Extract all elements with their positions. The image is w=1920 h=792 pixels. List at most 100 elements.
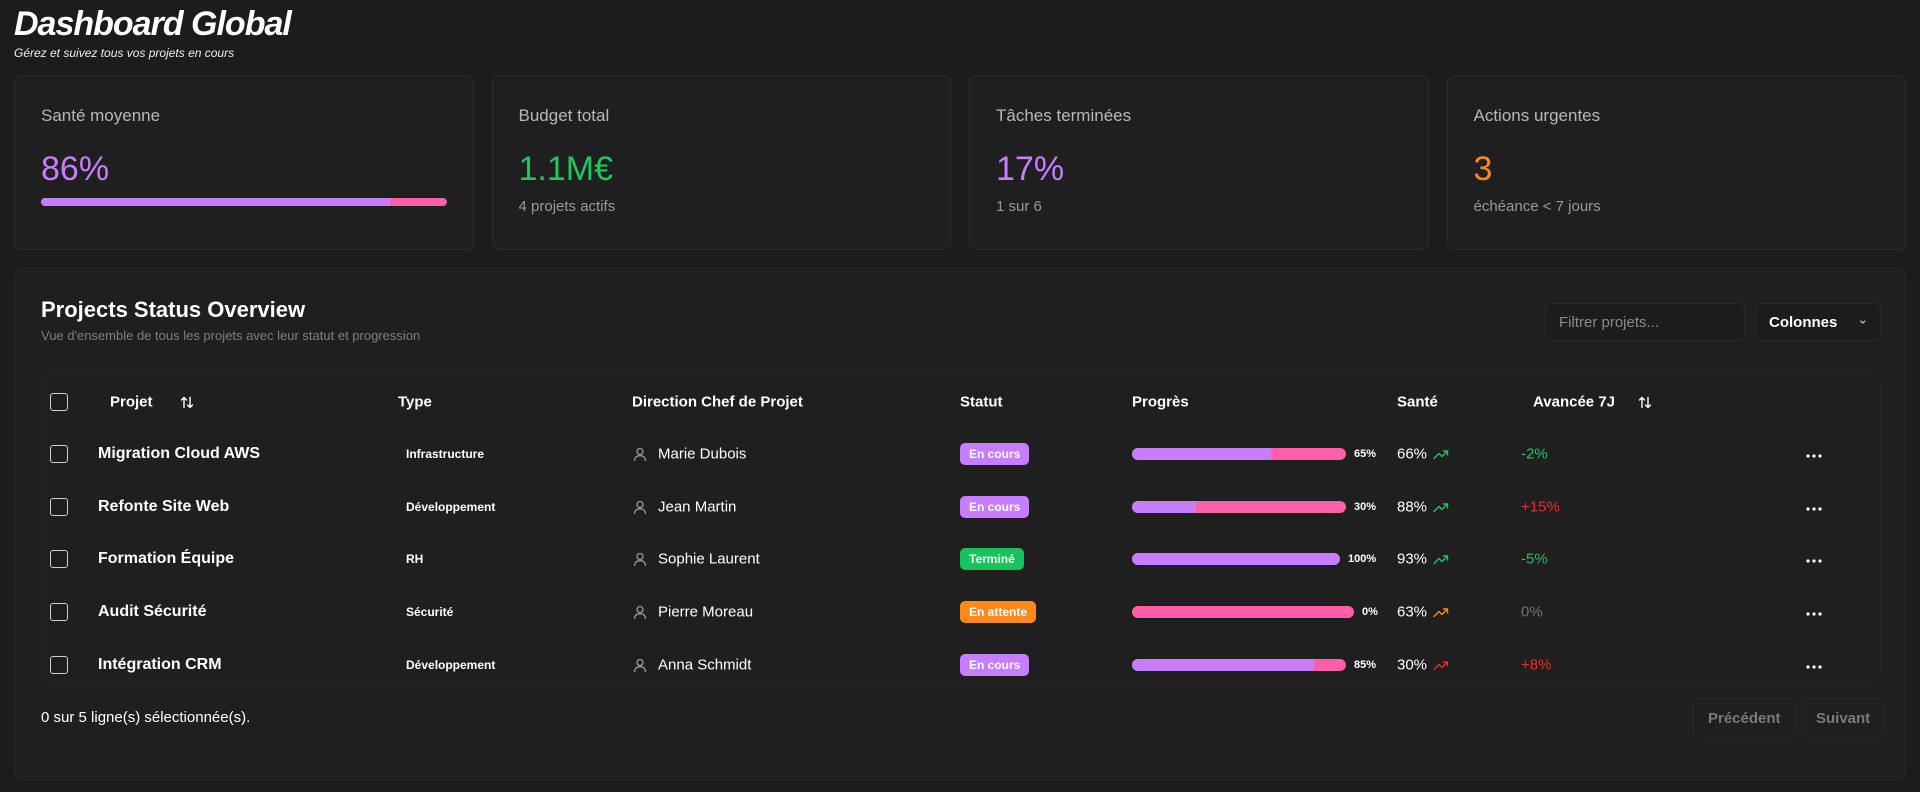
card-urgent-value: 3 (1473, 150, 1493, 188)
row-select-checkbox[interactable] (50, 550, 68, 568)
health-cell: 88% (1397, 499, 1449, 516)
projects-panel: Projects Status Overview Vue d'ensemble … (14, 268, 1906, 780)
card-tasks-note: 1 sur 6 (996, 198, 1042, 215)
col-trend7-header[interactable]: Avancée 7J (1533, 394, 1653, 411)
progress-cell: 0% (1132, 606, 1378, 618)
col-trend7-label: Avancée 7J (1533, 393, 1616, 411)
project-type: RH (406, 552, 424, 566)
chevron-down-icon (1860, 320, 1866, 324)
panel-title: Projects Status Overview (41, 297, 306, 322)
card-health: Santé moyenne 86% (14, 75, 474, 250)
ellipsis-icon[interactable] (1806, 612, 1822, 616)
col-progress-header: Progrès (1132, 393, 1189, 411)
project-type: Sécurité (406, 605, 454, 619)
trending-up-icon (1433, 660, 1449, 670)
project-manager: Jean Martin (632, 499, 736, 516)
project-manager: Pierre Moreau (632, 604, 753, 621)
health-progress-fill (41, 198, 390, 206)
ellipsis-icon[interactable] (1806, 559, 1822, 563)
trending-up-icon (1433, 502, 1449, 512)
trend-7d-value: +15% (1521, 498, 1560, 516)
card-tasks-label: Tâches terminées (996, 106, 1132, 125)
previous-page-button[interactable]: Précédent (1693, 699, 1796, 737)
manager-name: Marie Dubois (658, 445, 747, 463)
health-value: 66% (1397, 445, 1428, 463)
health-value: 88% (1397, 498, 1428, 516)
card-urgent-note: échéance < 7 jours (1473, 198, 1601, 215)
health-cell: 63% (1397, 604, 1449, 621)
table-row[interactable]: Migration Cloud AWS Infrastructure Marie D… (42, 428, 1880, 480)
user-icon (633, 552, 647, 566)
kpi-cards: Santé moyenne 86% Budget total 1.1M€ 4 p… (14, 75, 1906, 250)
user-icon (633, 500, 647, 514)
card-health-label: Santé moyenne (41, 106, 161, 125)
health-value: 93% (1397, 550, 1428, 568)
col-project-label: Projet (110, 393, 153, 411)
more-actions-icon[interactable] (1806, 498, 1822, 516)
progress-cell: 85% (1132, 659, 1376, 671)
col-project-header[interactable]: Projet (110, 394, 195, 411)
next-page-button[interactable]: Suivant (1801, 699, 1886, 737)
progress-percent: 100% (1348, 553, 1377, 565)
manager-name: Jean Martin (658, 498, 737, 516)
card-budget-label: Budget total (518, 106, 610, 125)
project-name: Formation Équipe (98, 550, 234, 567)
card-tasks: Tâches terminées 17% 1 sur 6 (969, 75, 1429, 250)
progress-bar (1132, 501, 1346, 513)
table-row[interactable]: Intégration CRM Développement Anna Schmidt… (42, 639, 1880, 691)
col-manager-header: Direction Chef de Projet (632, 393, 803, 411)
selection-count: 0 sur 5 ligne(s) sélectionnée(s). (41, 709, 251, 726)
progress-percent: 0% (1362, 606, 1378, 618)
status-badge: En attente (960, 601, 1037, 623)
projects-table: Projet Type Direction Chef de Projet Sta… (41, 375, 1881, 683)
table-row[interactable]: Refonte Site Web Développement Jean Martin… (42, 481, 1880, 533)
project-type: Infrastructure (406, 447, 485, 461)
more-actions-icon[interactable] (1806, 603, 1822, 621)
col-type-header: Type (398, 393, 432, 411)
progress-percent: 65% (1354, 448, 1377, 460)
project-name: Refonte Site Web (98, 498, 230, 515)
card-health-value: 86% (41, 150, 110, 188)
project-manager: Anna Schmidt (632, 657, 751, 674)
progress-bar (1132, 606, 1354, 618)
trend-7d-value: 0% (1521, 603, 1543, 621)
card-budget: Budget total 1.1M€ 4 projets actifs (491, 75, 951, 250)
status-badge: Terminé (960, 548, 1024, 570)
progress-fill (1132, 501, 1197, 513)
sort-icon[interactable] (179, 394, 195, 410)
card-budget-value: 1.1M€ (518, 150, 614, 188)
progress-fill (1132, 448, 1272, 460)
row-select-checkbox[interactable] (50, 498, 68, 516)
row-select-checkbox[interactable] (50, 656, 68, 674)
table-row[interactable]: Audit Sécurité Sécurité Pierre Moreau En at… (42, 586, 1880, 638)
sort-icon[interactable] (1637, 394, 1653, 410)
more-actions-icon[interactable] (1806, 656, 1822, 674)
row-select-checkbox[interactable] (50, 603, 68, 621)
project-name: Migration Cloud AWS (98, 445, 261, 462)
health-progress-bar (41, 198, 447, 206)
col-status-header: Statut (960, 393, 1003, 411)
filter-projects-input[interactable] (1545, 303, 1745, 341)
health-cell: 30% (1397, 657, 1449, 674)
progress-fill (1132, 659, 1314, 671)
ellipsis-icon[interactable] (1806, 507, 1822, 511)
progress-bar (1132, 659, 1346, 671)
table-row[interactable]: Formation Équipe RH Sophie Laurent Terminé 1… (42, 533, 1880, 585)
row-select-checkbox[interactable] (50, 445, 68, 463)
ellipsis-icon[interactable] (1806, 454, 1822, 458)
trending-up-icon (1433, 554, 1449, 564)
progress-cell: 100% (1132, 553, 1376, 565)
progress-fill (1132, 553, 1340, 565)
project-name: Audit Sécurité (98, 603, 207, 620)
card-budget-note: 4 projets actifs (518, 198, 616, 215)
table-header-row: Projet Type Direction Chef de Projet Sta… (42, 376, 1880, 428)
select-all-checkbox[interactable] (50, 393, 68, 411)
more-actions-icon[interactable] (1806, 550, 1822, 568)
more-actions-icon[interactable] (1806, 445, 1822, 463)
columns-button[interactable]: Colonnes (1755, 303, 1881, 341)
project-manager: Marie Dubois (632, 446, 746, 463)
project-name: Intégration CRM (98, 656, 222, 673)
card-tasks-value: 17% (996, 150, 1065, 188)
ellipsis-icon[interactable] (1806, 665, 1822, 669)
project-type: Développement (406, 658, 496, 672)
